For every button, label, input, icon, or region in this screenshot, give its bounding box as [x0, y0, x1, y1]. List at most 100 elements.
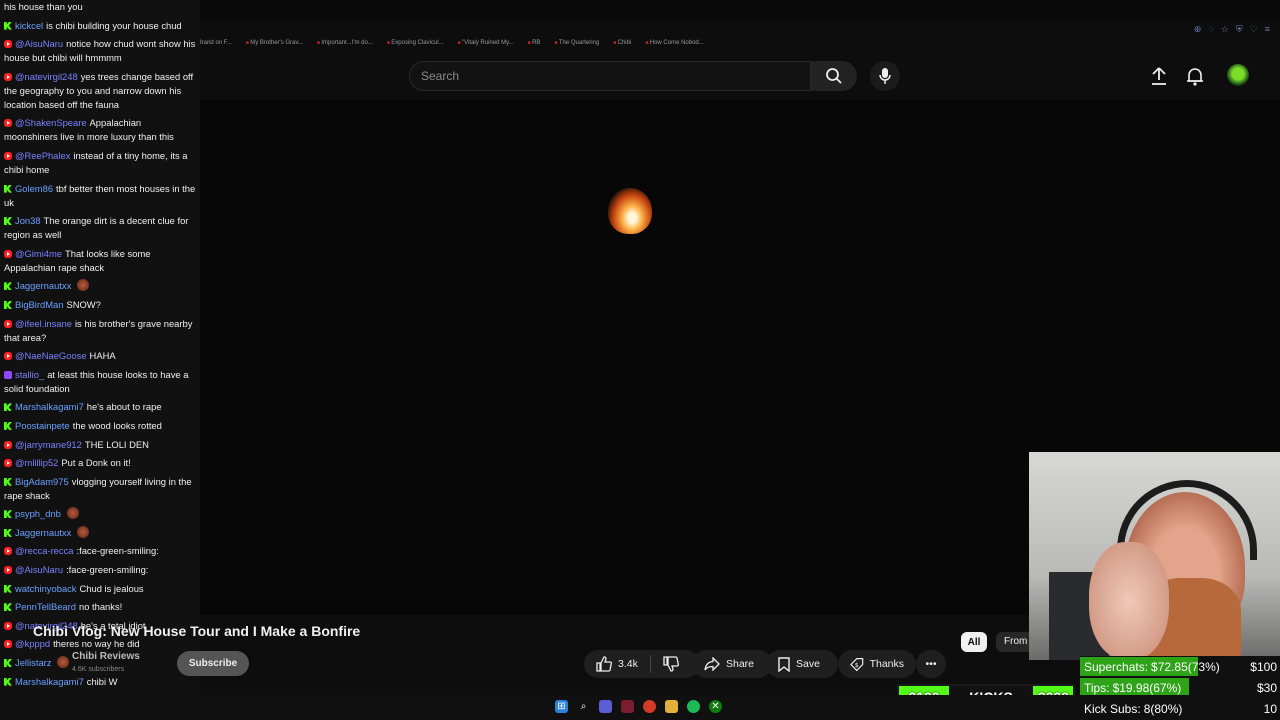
chat-message: Jaggernautxx	[4, 525, 196, 540]
chat-username[interactable]: Jaggernautxx	[15, 527, 71, 538]
shield-icon[interactable]: ⛨	[1236, 24, 1243, 35]
chip-all[interactable]: All	[961, 632, 987, 652]
chat-text: SNOW?	[66, 298, 101, 310]
bookmark-item[interactable]: My Brother's Grav...	[246, 40, 303, 46]
file-explorer-icon[interactable]	[665, 700, 678, 713]
chat-username[interactable]: BigAdam975	[15, 476, 69, 487]
bookmark-item[interactable]: Important...I'm do...	[317, 40, 373, 46]
goal-label: Tips:	[1084, 680, 1110, 695]
bonfire-glow	[608, 188, 652, 234]
like-count[interactable]: 3.4k	[618, 658, 638, 670]
chat-message: @ReePhalex instead of a tiny home, its a …	[4, 149, 196, 177]
chat-username[interactable]: @recca-recca	[15, 545, 74, 556]
chat-text: is chibi building your house chud	[46, 19, 182, 31]
thanks-button[interactable]: $ Thanks	[838, 650, 916, 678]
chat-message: Jaggernautxx	[4, 279, 196, 293]
goal-label: Kick Subs:	[1084, 701, 1141, 716]
taskbar-search-icon[interactable]: ⌕	[577, 700, 590, 713]
chat-username[interactable]: stallio_	[15, 369, 44, 380]
chat-message: @NaeNaeGoose HAHA	[4, 349, 196, 363]
chat-username[interactable]: Jaggernautxx	[15, 280, 71, 291]
chat-username[interactable]: Marshalkagami7	[15, 401, 84, 412]
notifications-bell-icon[interactable]	[1186, 66, 1204, 86]
chat-username[interactable]: Jellistarz	[15, 657, 51, 668]
chat-text: Chud is jealous	[79, 582, 144, 594]
goal-label: Superchats:	[1084, 659, 1149, 674]
chat-username[interactable]: @mlillip52	[15, 457, 58, 468]
account-avatar[interactable]	[1227, 64, 1249, 86]
goal-text: Tips: $19.98(67%)	[1080, 681, 1242, 695]
chat-username[interactable]: Golem86	[15, 183, 53, 194]
chat-username[interactable]: psyph_dnb	[15, 508, 61, 519]
chat-username[interactable]: @AisuNaru	[15, 564, 63, 575]
chat-username[interactable]: Poostainpete	[15, 420, 70, 431]
chat-message: PennTellBeard no thanks!	[4, 600, 196, 614]
bookmark-star-icon[interactable]: ☆	[1221, 24, 1229, 35]
goal-row: Superchats: $72.85(73%) $100	[1080, 656, 1280, 677]
spotify-icon[interactable]	[687, 700, 700, 713]
share-button[interactable]: Share	[692, 650, 772, 678]
bookmark-item[interactable]: How Come Nobod...	[645, 40, 704, 46]
chat-username[interactable]: @ifeel.insane	[15, 318, 72, 329]
kick-platform-icon	[4, 403, 12, 412]
chat-text: HAHA	[89, 350, 116, 362]
chat-text: he's about to rape	[86, 401, 162, 413]
microphone-icon	[879, 68, 891, 84]
chat-username[interactable]: @NaeNaeGoose	[15, 350, 87, 361]
chat-text: :face-green-smiling:	[76, 545, 159, 557]
bookmark-item[interactable]: The Quartering	[554, 40, 599, 46]
chat-username[interactable]: @jarrymane912	[15, 439, 82, 450]
chat-text: his house than you	[4, 1, 83, 12]
chat-username[interactable]: watchinyoback	[15, 583, 77, 594]
chat-message: psyph_dnb	[4, 507, 196, 521]
chat-username[interactable]: Jon38	[15, 215, 41, 226]
share-label: Share	[726, 658, 755, 670]
discord-icon[interactable]	[599, 700, 612, 713]
bookmark-item[interactable]: Chibi	[613, 40, 632, 46]
xbox-icon[interactable]: ✕	[709, 700, 722, 713]
bookmark-item[interactable]: "Vitaly Ruined My...	[458, 40, 514, 46]
windows-start-icon[interactable]: ⊞	[555, 700, 568, 713]
youtube-platform-icon	[4, 566, 12, 575]
bookmarks-bar: Russell Brand on F...My Brother's Grav..…	[172, 40, 704, 46]
kick-platform-icon	[4, 528, 12, 537]
thumbs-up-icon[interactable]	[596, 656, 612, 672]
search-button[interactable]	[811, 61, 857, 91]
taskbar-icons: ⊞ ⌕ ✕	[555, 700, 722, 713]
search-input[interactable]: Search	[409, 61, 811, 91]
extension-icon[interactable]: ◌	[1208, 24, 1213, 35]
chat-username[interactable]: kickcel	[15, 20, 43, 31]
chat-message: stallio_ at least this house looks to hav…	[4, 368, 196, 396]
save-button[interactable]: Save	[766, 650, 838, 678]
chat-message: @kpppd theres no way he did	[4, 637, 196, 651]
upload-icon[interactable]	[1150, 66, 1168, 86]
goal-pct: (80%)	[1150, 701, 1183, 716]
voice-search-button[interactable]	[870, 61, 900, 91]
chat-username[interactable]: @AisuNaru	[15, 38, 63, 49]
chrome-icon[interactable]	[643, 700, 656, 713]
chat-username[interactable]: @ReePhalex	[15, 150, 70, 161]
heart-icon[interactable]: ♡	[1250, 24, 1258, 35]
chat-username[interactable]: @ShakenSpeare	[15, 117, 87, 128]
app-icon[interactable]	[621, 700, 634, 713]
bookmark-item[interactable]: RB	[528, 40, 540, 46]
zoom-icon[interactable]: ⊕	[1194, 24, 1202, 35]
chat-username[interactable]: BigBirdMan	[15, 299, 63, 310]
thumbs-down-icon[interactable]	[663, 656, 679, 672]
youtube-platform-icon	[4, 547, 12, 556]
chat-username[interactable]: Marshalkagami7	[15, 676, 84, 687]
channel-name[interactable]: Chibi Reviews	[72, 651, 140, 662]
bookmark-item[interactable]: Exposing Clavicul...	[387, 40, 443, 46]
like-dislike-group: 3.4k	[584, 650, 700, 678]
chat-username[interactable]: PennTellBeard	[15, 601, 76, 612]
save-icon	[778, 656, 790, 672]
chat-username[interactable]: @Gimi4me	[15, 248, 62, 259]
subscribe-button[interactable]: Subscribe	[177, 651, 249, 676]
chat-username[interactable]: @natevirgil248	[15, 71, 78, 82]
menu-icon[interactable]: ≡	[1265, 24, 1270, 35]
more-actions-button[interactable]: •••	[916, 650, 946, 678]
youtube-platform-icon	[4, 40, 12, 49]
chat-username[interactable]: @kpppd	[15, 638, 50, 649]
youtube-platform-icon	[4, 249, 12, 258]
goal-value: $72.85	[1151, 659, 1188, 674]
